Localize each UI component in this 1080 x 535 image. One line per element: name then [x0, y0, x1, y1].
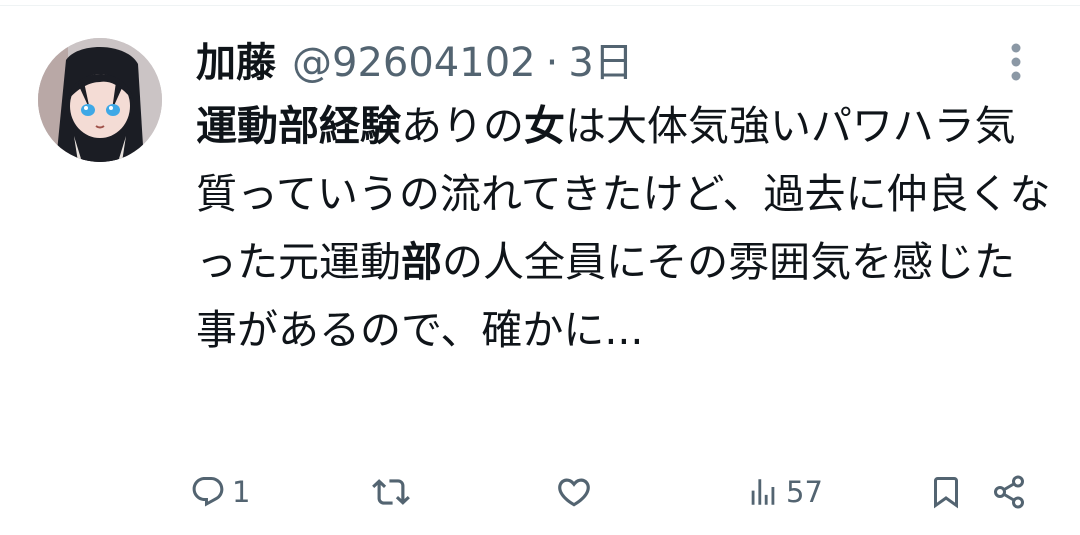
header-separator: ·	[545, 40, 559, 86]
reply-count: 1	[232, 475, 251, 509]
more-dots-icon	[1011, 43, 1021, 81]
bookmark-button[interactable]	[928, 466, 964, 518]
views-count: 57	[786, 475, 823, 509]
tweet-text-segment: 女	[524, 102, 565, 150]
anime-character-avatar-icon	[38, 38, 162, 162]
tweet-text-segment: 部	[401, 238, 442, 286]
tweet-timestamp[interactable]: 3日	[568, 34, 633, 92]
tweet-text-segment: ありの	[401, 102, 524, 150]
tweet-header: 加藤 @92604102 · 3日	[196, 34, 634, 92]
reply-button[interactable]: 1	[190, 466, 250, 518]
like-button[interactable]	[555, 466, 593, 518]
top-divider	[0, 5, 1080, 6]
heart-icon	[558, 478, 590, 507]
tweet-actions-bar: 1 57	[0, 466, 1080, 518]
bookmark-icon	[934, 477, 958, 509]
views-chart-icon	[751, 479, 775, 505]
share-button[interactable]	[991, 466, 1027, 518]
author-display-name[interactable]: 加藤	[196, 34, 276, 92]
retweet-button[interactable]	[372, 466, 410, 518]
views-button[interactable]: 57	[746, 466, 823, 518]
retweet-icon	[372, 479, 410, 505]
more-options-button[interactable]	[996, 40, 1036, 84]
tweet-text: 運動部経験ありの女は大体気強いパワハラ気質っていうの流れてきたけど、過去に仲良く…	[196, 92, 1056, 364]
tweet-text-segment: 運動部経験	[196, 102, 401, 150]
share-icon	[994, 475, 1024, 509]
avatar[interactable]	[38, 38, 162, 162]
author-handle[interactable]: @92604102	[292, 34, 536, 92]
reply-icon	[192, 477, 224, 507]
